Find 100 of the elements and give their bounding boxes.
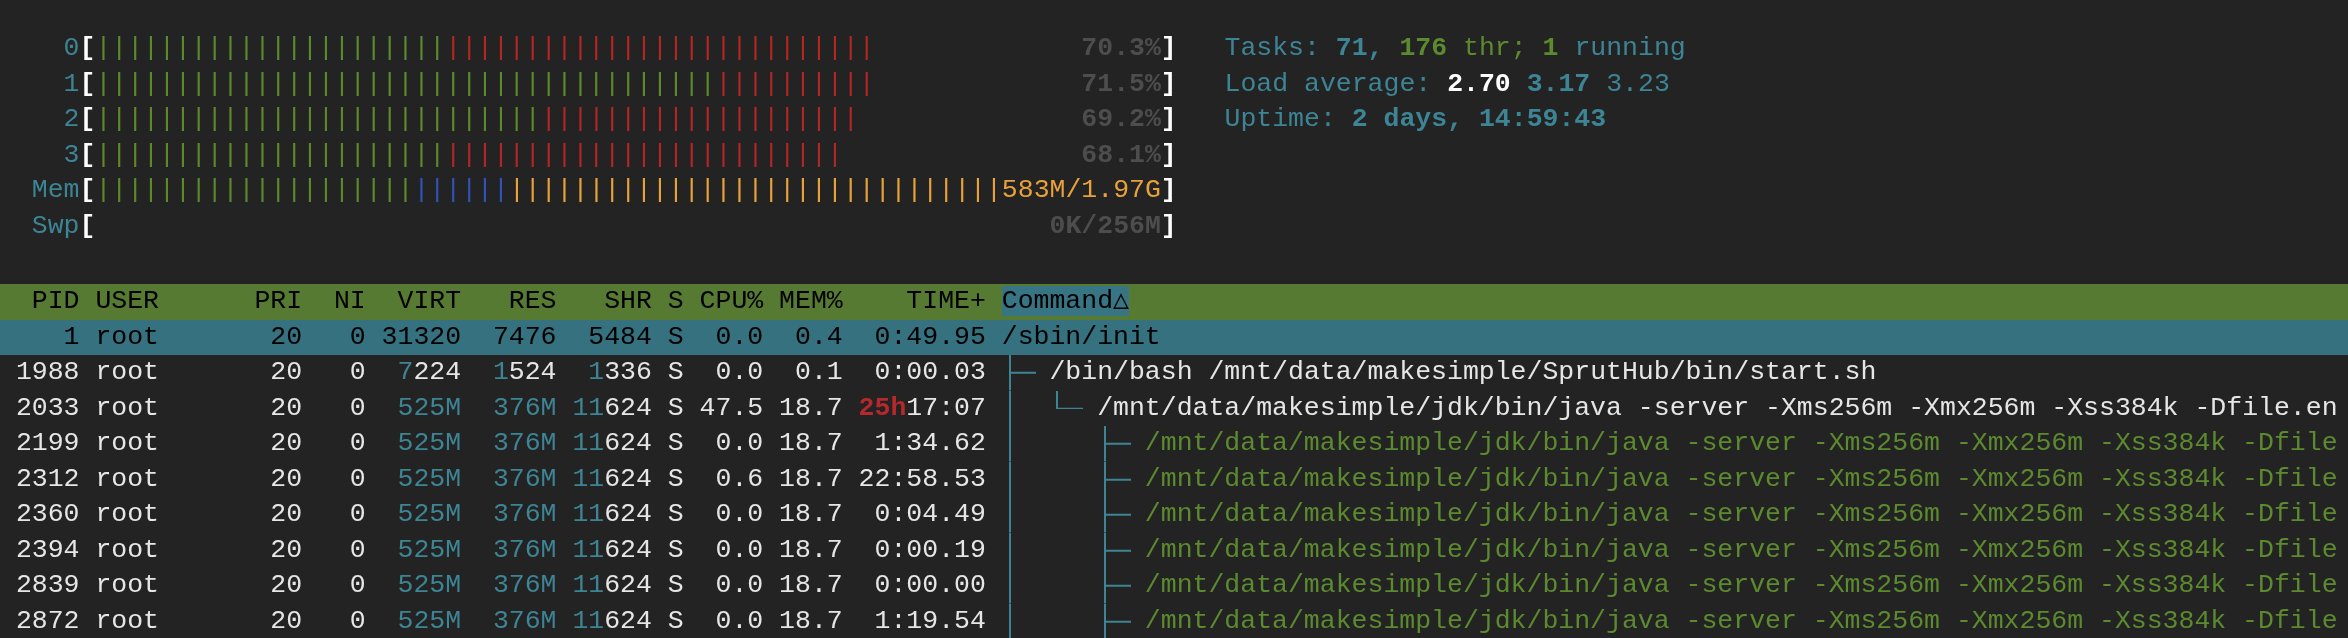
table-cell-text: 376M (491, 498, 557, 531)
table-cell-text: 2199 (14, 427, 80, 460)
command-text: /mnt/data/makesimple/jdk/bin/java -server -Xms256m -Xmx256m -Xss384k -Dfile.en (1097, 391, 2338, 425)
meter-bar-text: ||||||||||||||||||||||||| (445, 138, 843, 172)
command-text: /mnt/data/makesimple/jdk/bin/java -server -Xms256m -Xmx256m -Xss384k -Dfile (1144, 604, 2338, 638)
table-cell-text: 0:00.03 (873, 356, 986, 389)
table-cell-text: 18.7 (778, 533, 843, 567)
table-cell-text: 1524 (491, 356, 557, 389)
table-cell-text: 0:04.49 (873, 498, 986, 531)
table-cell-text: 525M (396, 533, 462, 567)
table-cell-text: root (95, 320, 160, 354)
meter-bar-text: |||||||||||||||||||||| (95, 138, 446, 172)
meter-value: 583M/1.97G (1001, 174, 1161, 207)
table-cell-text: 25h17:07 (857, 391, 986, 425)
column-header[interactable]: CPU% (699, 286, 764, 316)
table-cell-text: 11624 (571, 569, 652, 602)
table-cell-text: 18.7 (778, 462, 843, 496)
column-header[interactable]: VIRT (397, 286, 462, 316)
table-cell-text: 0:00.00 (873, 569, 986, 602)
table-cell-text: 376M (491, 427, 557, 460)
table-cell-text: 525M (396, 569, 462, 602)
table-cell-text: 0.0 (714, 569, 764, 602)
command-text: /mnt/data/makesimple/jdk/bin/java -server -Xms256m -Xmx256m -Xss384k -Dfile (1144, 498, 2338, 531)
table-cell-text: S (666, 391, 684, 425)
command-text: /mnt/data/makesimple/jdk/bin/java -server -Xms256m -Xmx256m -Xss384k -Dfile (1144, 427, 2338, 460)
table-cell-text: root (95, 391, 160, 425)
table-cell-text: 1988 (14, 356, 80, 389)
table-cell-text: 20 (269, 498, 303, 531)
table-cell-text: 525M (396, 391, 462, 425)
meter-bar-text: |||||||||||||||||||| (540, 103, 859, 136)
meter-bar-text: ||||||||||||||||||||||||||||||| (508, 174, 1002, 207)
table-cell-text: root (95, 462, 160, 496)
process-row[interactable]: 1 root 20 0 31320 7476 5484 S 0.0 0.4 0:49.95 /sbin/init (0, 319, 2348, 355)
meter-bracket: [ (79, 103, 96, 136)
status-line: Load average: 2.70 3.17 3.23 (1224, 67, 1670, 101)
table-cell-text: 11624 (571, 462, 652, 496)
table-cell-text: 525M (396, 604, 462, 638)
table-cell-text: 0 (348, 462, 366, 496)
process-row[interactable]: 2312 root 20 0 525M 376M 11624 S 0.6 18.7 22:58.53 /mnt/data/makesimple/jdk/bin/java -server -Xms256m -Xmx256m -Xss384k -Dfile (0, 461, 2348, 497)
status-line: Tasks: 71, 176 thr; 1 running (1224, 32, 1686, 65)
table-cell-text: 0.0 (714, 356, 764, 389)
meter-bracket: ] (1160, 138, 1177, 172)
table-cell-text: S (666, 427, 684, 460)
table-cell-text: 0.4 (794, 320, 843, 354)
command-text: /sbin/init (1001, 320, 1161, 354)
table-cell-text: 1:19.54 (873, 604, 986, 638)
table-cell-text: 0.0 (714, 320, 764, 354)
table-cell-text: 525M (396, 427, 462, 460)
process-row[interactable]: 2033 root 20 0 525M 376M 11624 S 47.5 18.7 25h17:07 /mnt/data/makesimple/jdk/bin/java -server -Xms256m -Xmx256m -Xss384k -Dfile.en (0, 390, 2348, 426)
table-cell-text: 0 (348, 569, 366, 602)
table-cell-text: 2360 (14, 498, 80, 531)
meter-bracket: [ (79, 138, 96, 172)
command-text: /bin/bash /mnt/data/makesimple/SprutHub/bin/start.sh (1049, 356, 1877, 389)
column-header[interactable]: MEM% (779, 286, 843, 316)
column-header[interactable]: PRI (254, 286, 303, 316)
table-cell-text: 0 (348, 604, 366, 638)
column-header[interactable]: RES (508, 286, 557, 316)
process-row[interactable]: 2872 root 20 0 525M 376M 11624 S 0.0 18.7 1:19.54 /mnt/data/makesimple/jdk/bin/java -server -Xms256m -Xmx256m -Xss384k -Dfile (0, 603, 2348, 638)
column-header[interactable]: PID (31, 286, 80, 316)
process-row[interactable]: 2199 root 20 0 525M 376M 11624 S 0.0 18.7 1:34.62 /mnt/data/makesimple/jdk/bin/java -server -Xms256m -Xmx256m -Xss384k -Dfile (0, 426, 2348, 462)
table-cell-text: 47.5 (698, 391, 764, 425)
meter-bar-text: ||||||||||||||||||||||||||| (445, 32, 875, 65)
table-cell-text: 0:49.95 (873, 320, 986, 354)
table-cell-text: 0.6 (714, 462, 764, 496)
table-cell-text: root (95, 356, 160, 389)
table-cell-text: 0 (348, 498, 366, 531)
meter-bar-text: ||||||||||||||||||||||||||||||||||||||| (95, 67, 716, 101)
meter-bar-text: |||||||||||||||||||| (95, 174, 414, 207)
table-cell-text: 20 (269, 462, 303, 496)
meter-label: 0 (62, 32, 80, 65)
column-header[interactable]: Command△ (1001, 286, 1129, 316)
meter-label: 1 (62, 67, 80, 101)
table-cell-text: S (666, 320, 684, 354)
column-header[interactable]: USER (95, 286, 159, 316)
column-header[interactable]: NI (333, 286, 366, 316)
table-cell-text: S (666, 569, 684, 602)
table-cell-text: root (95, 604, 160, 638)
column-header[interactable]: TIME+ (906, 286, 986, 316)
table-cell-text: 376M (491, 569, 557, 602)
table-cell-text: S (666, 498, 684, 531)
process-row[interactable]: 2360 root 20 0 525M 376M 11624 S 0.0 18.7 0:04.49 /mnt/data/makesimple/jdk/bin/java -server -Xms256m -Xmx256m -Xss384k -Dfile (0, 497, 2348, 533)
table-cell-text: root (95, 498, 160, 531)
column-header[interactable]: S (667, 286, 684, 316)
table-cell-text: 18.7 (778, 604, 843, 638)
table-cell-text: 7224 (396, 356, 462, 389)
table-cell-text: 18.7 (778, 498, 843, 531)
table-cell-text: root (95, 569, 160, 602)
column-header[interactable]: SHR (604, 286, 652, 316)
process-row[interactable]: 2839 root 20 0 525M 376M 11624 S 0.0 18.7 0:00.00 /mnt/data/makesimple/jdk/bin/java -server -Xms256m -Xmx256m -Xss384k -Dfile (0, 568, 2348, 604)
table-cell-text: S (666, 533, 684, 567)
table-cell-text: 0 (348, 427, 366, 460)
process-row[interactable]: 1988 root 20 0 7224 1524 1336 S 0.0 0.1 0:00.03 /bin/bash /mnt/data/makesimple/SprutHub/bin/start.sh (0, 355, 2348, 391)
table-cell-text: 376M (491, 462, 557, 496)
process-row[interactable]: 2394 root 20 0 525M 376M 11624 S 0.0 18.7 0:00.19 /mnt/data/makesimple/jdk/bin/java -server -Xms256m -Xmx256m -Xss384k -Dfile (0, 532, 2348, 568)
table-cell-text: 0.0 (714, 604, 764, 638)
command-text: /mnt/data/makesimple/jdk/bin/java -server -Xms256m -Xmx256m -Xss384k -Dfile (1144, 533, 2338, 567)
table-cell-text: 376M (491, 391, 557, 425)
table-cell-text: 20 (269, 320, 303, 354)
meter-label: 3 (62, 138, 80, 172)
meter-bracket: ] (1160, 103, 1177, 136)
